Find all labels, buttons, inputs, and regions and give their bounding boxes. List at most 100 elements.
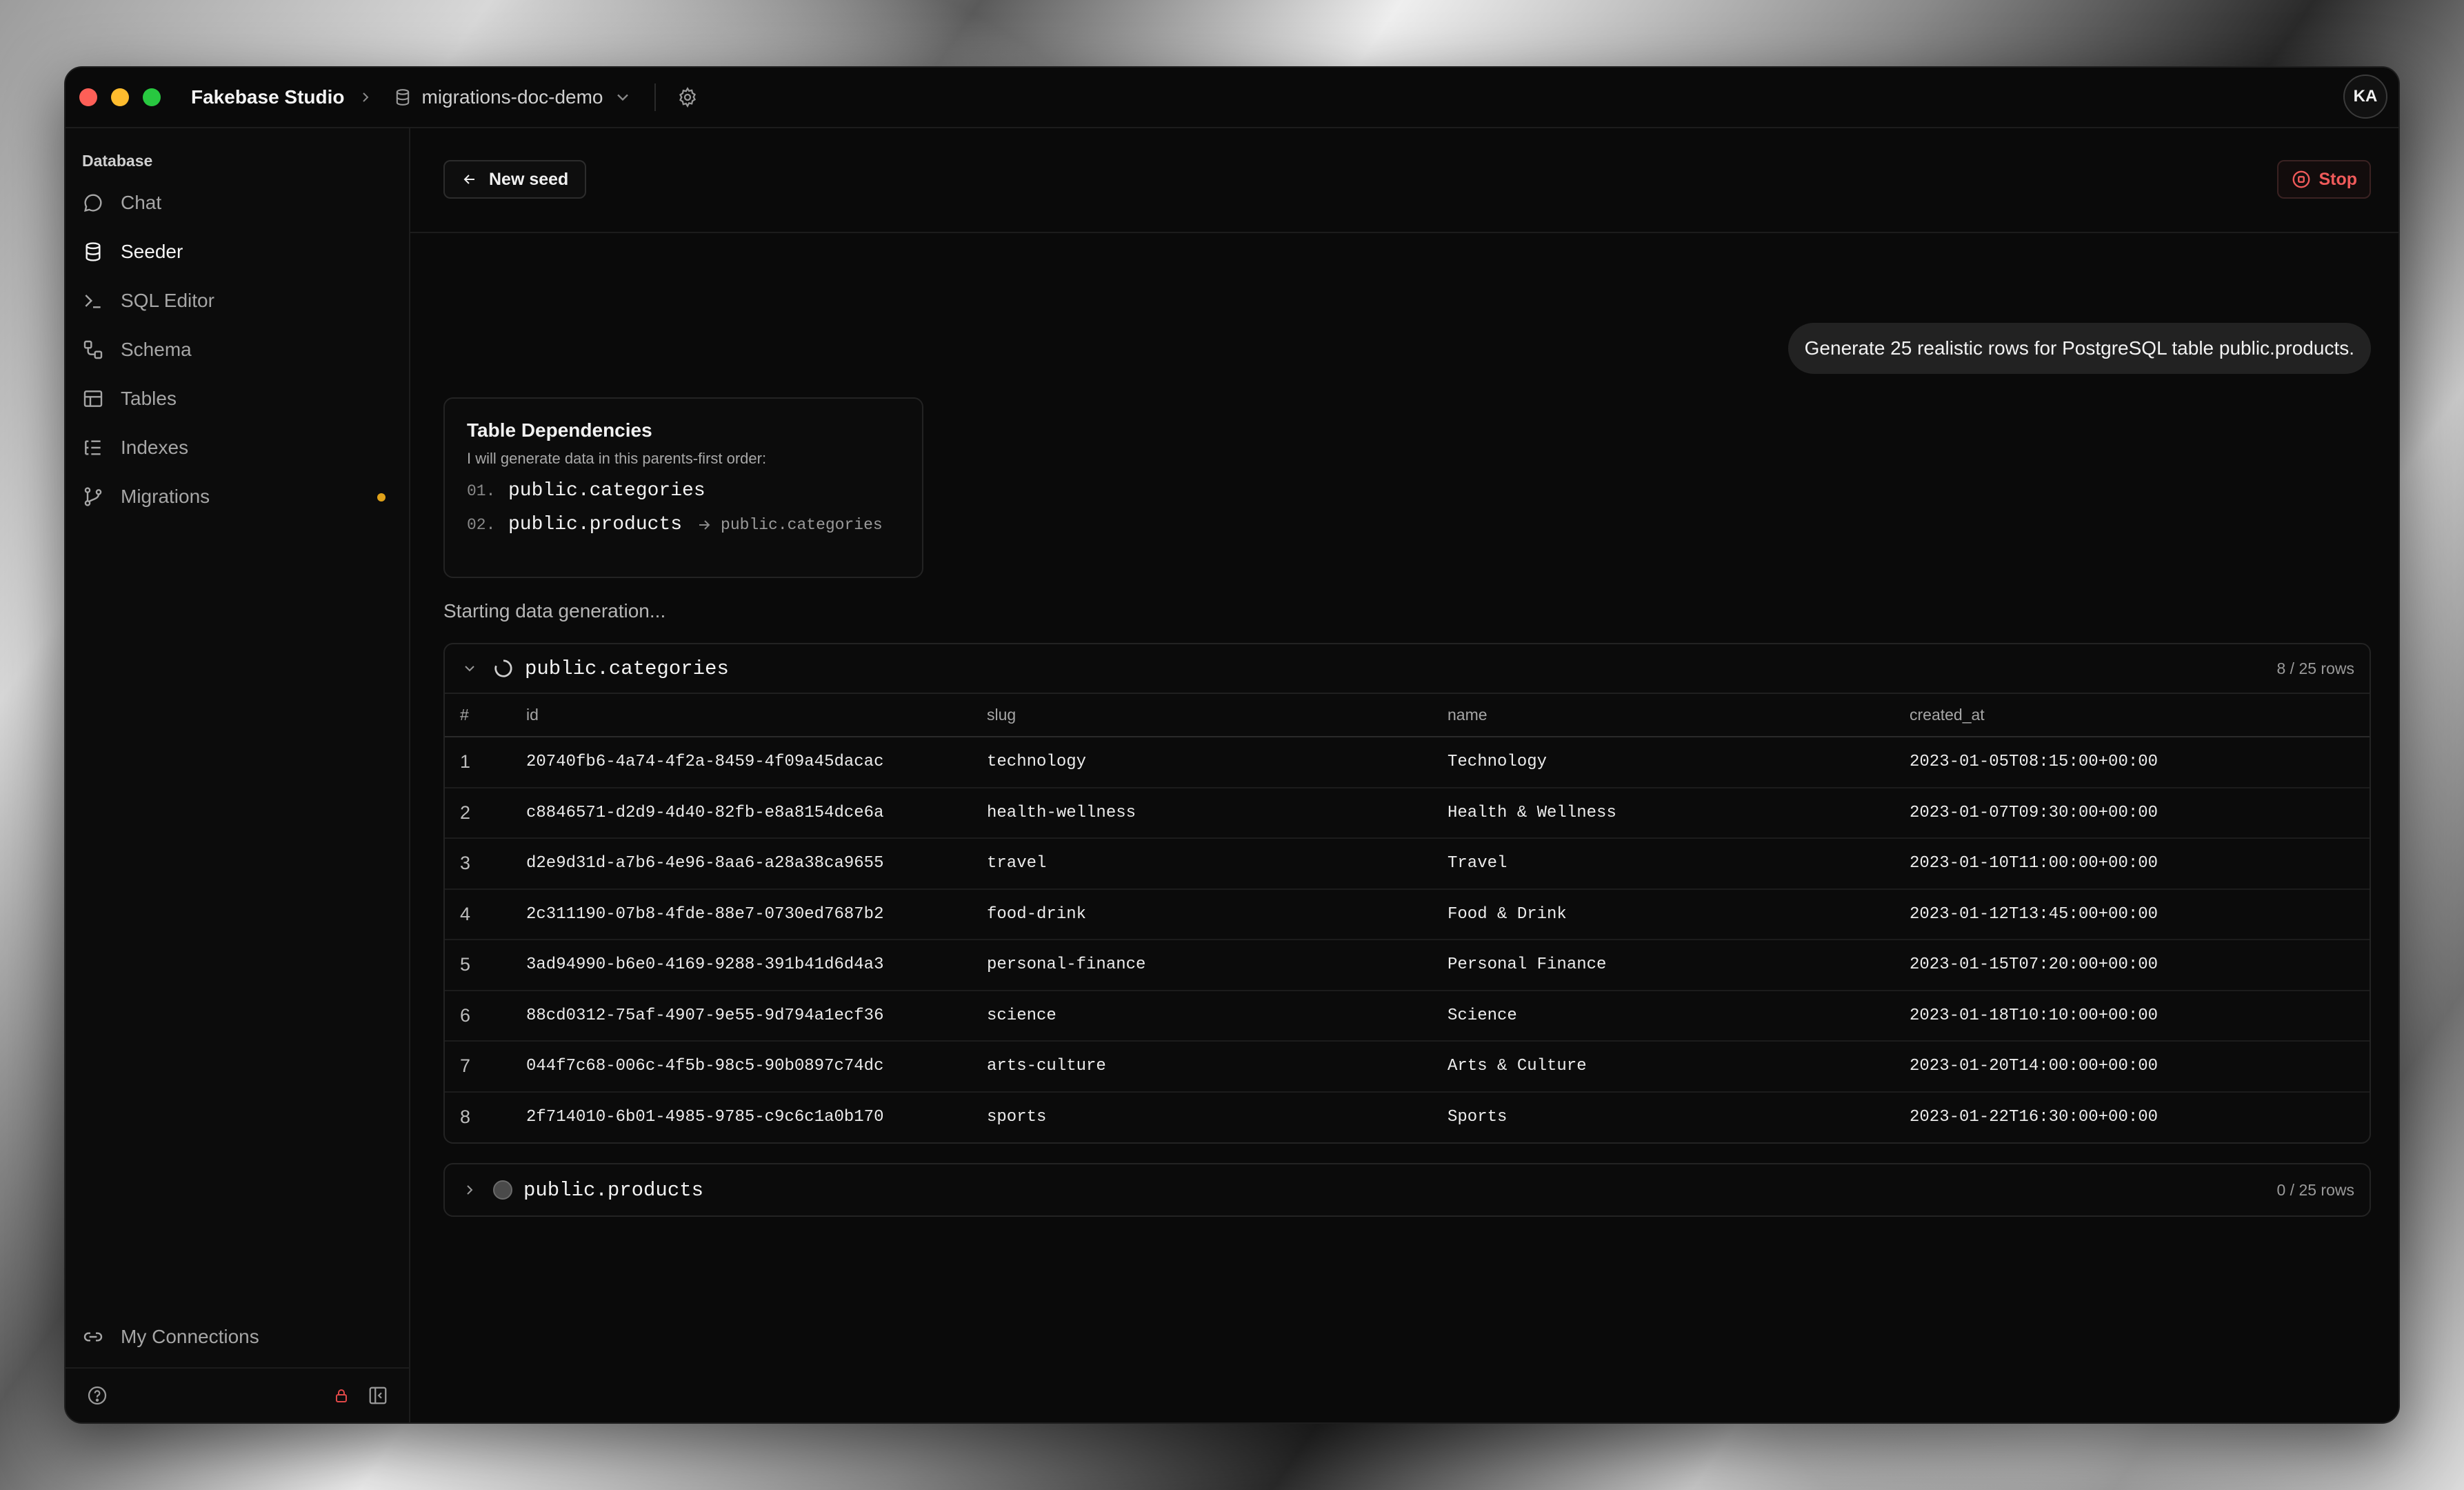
close-window-button[interactable]	[79, 88, 97, 106]
table-panel-header[interactable]: public.categories 8 / 25 rows	[445, 644, 2370, 694]
dependencies-title: Table Dependencies	[467, 419, 652, 441]
table-cell: d2e9d31d-a7b6-4e96-8aa6-a28a38ca9655	[526, 838, 987, 890]
table-cell: Sports	[1448, 1108, 1508, 1127]
user-prompt-bubble: Generate 25 realistic rows for PostgreSQ…	[1787, 323, 2371, 374]
table-cell: 1	[445, 737, 526, 788]
sidebar-footer	[66, 1367, 409, 1422]
stop-icon	[2293, 170, 2310, 188]
terminal-icon	[85, 295, 101, 308]
table-row[interactable]: 3 d2e9d31d-a7b6-4e96-8aa6-a28a38ca9655 tra…	[445, 838, 2370, 890]
dependency-number: 02.	[467, 515, 496, 534]
table-row[interactable]: 6 88cd0312-75af-4907-9e55-9d794a1ecf36 sci…	[445, 990, 2370, 1042]
new-seed-button[interactable]: New seed	[443, 160, 587, 199]
sidebar: Database Chat Seeder SQL Editor Schema T…	[66, 128, 410, 1422]
chat-icon	[84, 194, 102, 212]
chevron-down-icon	[617, 94, 628, 101]
toolbar-divider	[654, 83, 656, 111]
table-cell: arts-culture	[987, 1041, 1448, 1093]
table-cell: 2c311190-07b8-4fde-88e7-0730ed7687b2	[526, 888, 987, 940]
lock-icon[interactable]	[333, 1387, 350, 1404]
table-cell: 7	[445, 1041, 526, 1093]
project-selector[interactable]: migrations-doc-demo	[393, 86, 632, 108]
table-row[interactable]: 7 044f7c68-006c-4f5b-98c5-90b0897c74dc art…	[445, 1041, 2370, 1093]
table-panel-categories: public.categories 8 / 25 rows # id slug …	[443, 643, 2371, 1144]
list-icon	[85, 440, 101, 455]
table-row[interactable]: 8 2f714010-6b01-4985-9785-c9c6c1a0b170 spo…	[445, 1092, 2370, 1143]
dependency-table: public.categories	[508, 480, 705, 501]
dependency-table: public.products	[508, 514, 683, 535]
stop-button[interactable]: Stop	[2277, 160, 2371, 199]
sidebar-item-label: Tables	[121, 388, 177, 409]
table-cell: Arts & Culture	[1448, 1041, 1910, 1093]
sidebar-item-label: Migrations	[121, 486, 210, 507]
app-title[interactable]: Fakebase Studio	[191, 86, 345, 108]
avatar[interactable]: KA	[2343, 74, 2387, 119]
dependency-item: 01. public.categories	[467, 480, 900, 501]
dependency-reference: public.categories	[721, 515, 883, 534]
table-row[interactable]: 5 3ad94990-b6e0-4169-9288-391b41d6d4a3 per…	[445, 940, 2370, 991]
arrow-left-icon	[463, 175, 474, 184]
sidebar-item-label: SQL Editor	[121, 290, 214, 311]
dependency-number: 01.	[467, 481, 496, 500]
table-cell: science	[987, 990, 1448, 1042]
table-name: public.categories	[525, 657, 729, 680]
column-header: #	[445, 694, 526, 737]
table-cell: 2023-01-10T11:00:00+00:00	[1910, 838, 2370, 890]
table-dependencies-card: Table Dependencies I will generate data …	[443, 397, 923, 578]
sidebar-item-migrations[interactable]: Migrations	[74, 475, 401, 519]
sidebar-item-sql-editor[interactable]: SQL Editor	[74, 279, 401, 323]
chevron-right-icon	[357, 89, 374, 106]
table-cell: 2f714010-6b01-4985-9785-c9c6c1a0b170	[526, 1108, 884, 1127]
arrow-right-icon	[696, 517, 712, 533]
sidebar-item-seeder[interactable]: Seeder	[74, 230, 401, 274]
gear-icon[interactable]	[677, 86, 699, 108]
sidebar-item-label: Schema	[121, 339, 192, 360]
database-icon	[86, 242, 101, 261]
sidebar-item-tables[interactable]: Tables	[74, 377, 401, 421]
my-connections-label: My Connections	[121, 1326, 259, 1347]
minimize-window-button[interactable]	[111, 88, 129, 106]
sidebar-item-chat[interactable]: Chat	[74, 181, 401, 225]
table-cell: 2023-01-07T09:30:00+00:00	[1910, 787, 2370, 839]
generation-status: Starting data generation...	[443, 600, 666, 622]
chevron-right-icon[interactable]	[461, 1182, 478, 1198]
table-cell: 88cd0312-75af-4907-9e55-9d794a1ecf36	[526, 990, 987, 1042]
seeder-toolbar: New seed Stop	[410, 128, 2398, 233]
loading-spinner-icon	[493, 658, 514, 679]
chevron-down-icon[interactable]	[461, 660, 478, 677]
help-icon[interactable]	[86, 1384, 108, 1407]
table-row[interactable]: 2 c8846571-d2d9-4d40-82fb-e8a8154dce6a hea…	[445, 787, 2370, 839]
table-cell: personal-finance	[987, 940, 1448, 991]
my-connections-link[interactable]: My Connections	[82, 1326, 259, 1348]
column-header: created_at	[1910, 694, 2370, 737]
table-cell: 2023-01-20T14:00:00+00:00	[1910, 1041, 2370, 1093]
row-progress: 0 / 25 rows	[2276, 1180, 2355, 1199]
table-cell: Travel	[1448, 838, 1910, 890]
table-cell: Technology	[1448, 737, 1910, 788]
sidebar-section-title: Database	[82, 152, 153, 170]
sidebar-item-indexes[interactable]: Indexes	[74, 426, 401, 470]
sidebar-item-label: Chat	[121, 192, 162, 213]
table-cell: sports	[987, 1108, 1047, 1127]
column-header: slug	[987, 694, 1448, 737]
table-body: 1 20740fb6-4a74-4f2a-8459-4f09a45dacac tec…	[445, 737, 2370, 1142]
maximize-window-button[interactable]	[143, 88, 161, 106]
sidebar-item-schema[interactable]: Schema	[74, 328, 401, 372]
schema-icon	[83, 340, 103, 359]
table-row[interactable]: 4 2c311190-07b8-4fde-88e7-0730ed7687b2 foo…	[445, 888, 2370, 940]
data-table: # id slug name created_at 1 20740fb6-4a74…	[445, 694, 2370, 1142]
app-window: Fakebase Studio migrations-doc-demo KA D…	[64, 66, 2400, 1424]
table-cell: 044f7c68-006c-4f5b-98c5-90b0897c74dc	[526, 1041, 987, 1093]
table-cell: 3	[445, 838, 526, 890]
sidebar-item-label: Indexes	[121, 437, 189, 458]
table-panel-header[interactable]: public.products 0 / 25 rows	[445, 1164, 2370, 1215]
link-icon	[83, 1332, 103, 1342]
column-header: id	[526, 694, 987, 737]
table-cell: Health & Wellness	[1448, 787, 1910, 839]
collapse-sidebar-icon[interactable]	[368, 1385, 388, 1406]
table-cell: 2023-01-22T16:30:00+00:00	[1910, 1108, 2158, 1127]
table-cell: health-wellness	[987, 787, 1448, 839]
sidebar-item-label: Seeder	[121, 241, 183, 262]
table-row[interactable]: 1 20740fb6-4a74-4f2a-8459-4f09a45dacac tec…	[445, 737, 2370, 788]
table-name: public.products	[523, 1178, 704, 1202]
